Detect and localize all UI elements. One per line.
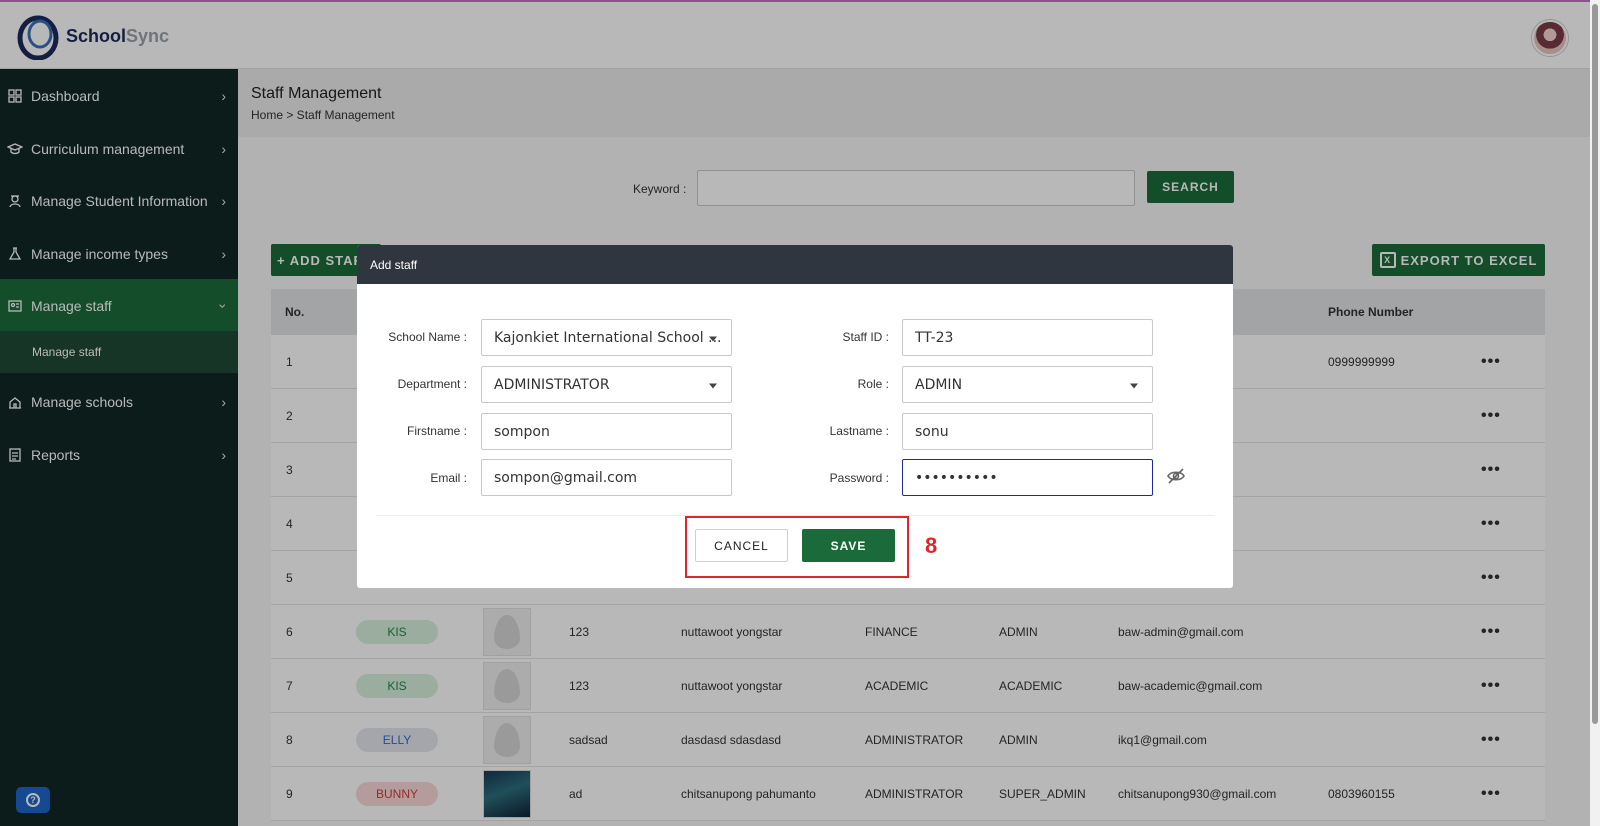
- modal-title: Add staff: [357, 245, 1233, 284]
- email-label: Email :: [430, 471, 467, 485]
- department-value: ADMINISTRATOR: [494, 376, 610, 393]
- role-label: Role :: [857, 377, 889, 391]
- school-name-value: Kajonkiet International School ...: [494, 329, 722, 346]
- staff-id-input[interactable]: TT-23: [902, 319, 1153, 356]
- role-select[interactable]: ADMIN: [902, 366, 1153, 403]
- chevron-down-icon: [1130, 383, 1138, 388]
- school-name-select[interactable]: Kajonkiet International School ...: [481, 319, 732, 356]
- step-highlight-box: [685, 516, 909, 578]
- firstname-input[interactable]: sompon: [481, 413, 732, 450]
- firstname-label: Firstname :: [406, 424, 467, 438]
- staff-id-label: Staff ID :: [842, 330, 889, 344]
- chevron-down-icon: [709, 383, 717, 388]
- password-label: Password :: [829, 471, 889, 485]
- chevron-down-icon: [709, 336, 717, 341]
- step-number: 8: [925, 533, 938, 558]
- lastname-label: Lastname :: [829, 424, 889, 438]
- department-label: Department :: [397, 377, 467, 391]
- role-value: ADMIN: [915, 376, 963, 393]
- school-name-label: School Name :: [388, 330, 467, 344]
- scrollbar-thumb[interactable]: [1592, 4, 1598, 724]
- department-select[interactable]: ADMINISTRATOR: [481, 366, 732, 403]
- eye-slash-icon[interactable]: [1166, 466, 1186, 486]
- lastname-input[interactable]: sonu: [902, 413, 1153, 450]
- password-input[interactable]: ••••••••••: [902, 459, 1153, 496]
- email-input[interactable]: sompon@gmail.com: [481, 459, 732, 496]
